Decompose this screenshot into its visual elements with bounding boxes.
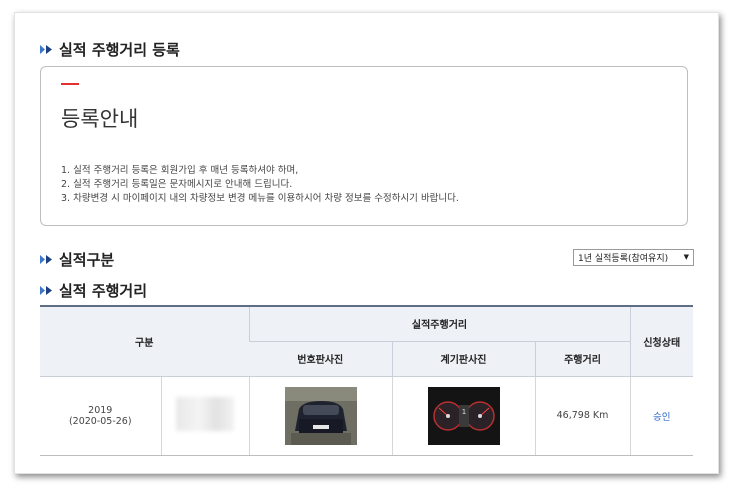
blurred-image (176, 397, 234, 431)
notice-lines: 1. 실적 주행거리 등록은 회원가입 후 매년 등록하셔야 하며, 2. 실적… (61, 164, 459, 206)
row-plate-photo[interactable] (248, 376, 392, 456)
header-distance: 주행거리 (534, 340, 630, 377)
double-arrow-icon (39, 285, 55, 296)
category-title-text: 실적구분 (59, 251, 115, 269)
row-dash-photo[interactable]: 1 (391, 376, 535, 456)
mileage-title-text: 실적 주행거리 (59, 282, 148, 300)
dashboard-photo[interactable]: 1 (427, 386, 500, 445)
notice-accent-bar (61, 83, 79, 85)
car-plate-photo[interactable] (284, 386, 357, 445)
notice-line: 1. 실적 주행거리 등록은 회원가입 후 매년 등록하셔야 하며, (61, 165, 299, 176)
header-mileage-group: 실적주행거리 (248, 305, 630, 342)
status-badge[interactable]: 승인 (653, 412, 670, 423)
notice-box: 등록안내 1. 실적 주행거리 등록은 회원가입 후 매년 등록하셔야 하며, … (40, 66, 688, 226)
dropdown-caret-icon: ▼ (683, 253, 689, 261)
double-arrow-icon (39, 44, 55, 55)
register-section-title: 실적 주행거리 등록 (39, 39, 180, 60)
mileage-table: 구분 실적주행거리 신청상태 번호판사진 계기판사진 주행거리 2019 (20… (40, 305, 693, 456)
row-period: 2019 (2020-05-26) (40, 376, 161, 456)
notice-line: 2. 실적 주행거리 등록일은 문자메시지로 안내해 드립니다. (61, 179, 293, 190)
svg-text:1: 1 (461, 408, 465, 416)
notice-line: 3. 차량변경 시 마이페이지 내의 차량정보 변경 메뉴를 이용하시어 차량 … (61, 193, 459, 204)
row-vehicle-blurred (160, 376, 249, 456)
double-arrow-icon (39, 254, 55, 265)
header-category: 구분 (40, 305, 249, 377)
row-date: (2020-05-26) (68, 415, 132, 427)
content-panel: 실적 주행거리 등록 등록안내 1. 실적 주행거리 등록은 회원가입 후 매년… (14, 12, 719, 474)
category-select-value: 1년 실적등록(참여유지) (578, 254, 669, 264)
mileage-section-title: 실적 주행거리 (39, 280, 147, 301)
register-title-text: 실적 주행거리 등록 (59, 41, 180, 59)
table-row: 2019 (2020-05-26) 1 46,798 Km 승인 (40, 376, 693, 456)
header-status: 신청상태 (629, 305, 693, 377)
header-dash-photo: 계기판사진 (391, 340, 535, 377)
category-select[interactable]: 1년 실적등록(참여유지) ▼ (573, 249, 694, 266)
header-plate-photo: 번호판사진 (249, 340, 392, 377)
row-distance: 46,798 Km (534, 376, 630, 456)
category-section-title: 실적구분 (39, 249, 114, 270)
row-year: 2019 (88, 404, 113, 416)
notice-heading: 등록안내 (61, 107, 139, 131)
row-status: 승인 (629, 376, 693, 456)
